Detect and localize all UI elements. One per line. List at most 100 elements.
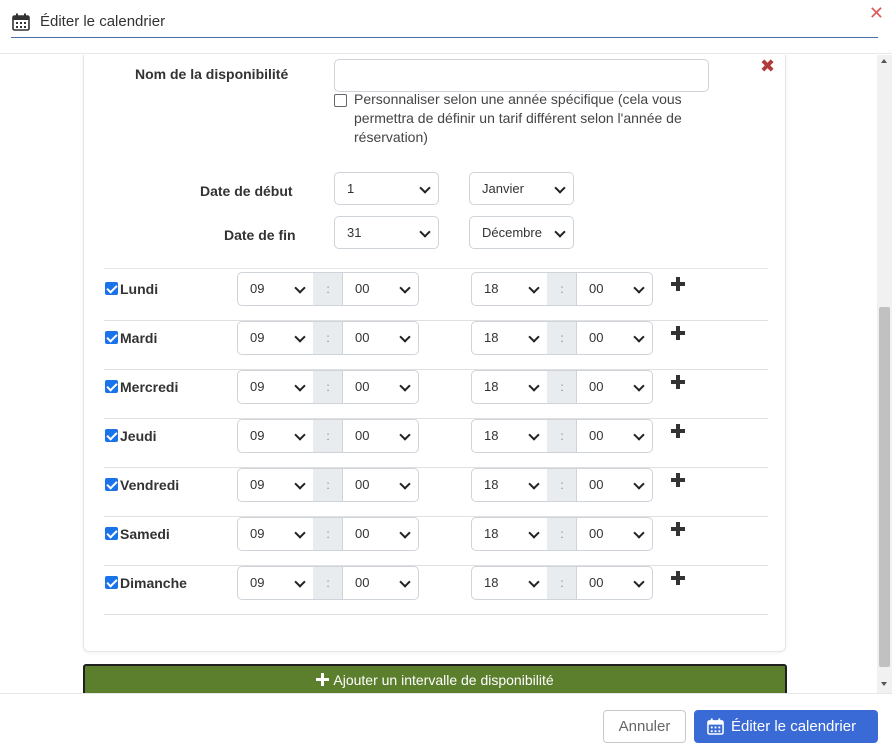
end-hour-select[interactable]: 18 [471,566,548,600]
close-icon[interactable]: ✕ [869,4,884,22]
day-checkbox[interactable] [105,576,118,589]
end-minute-select[interactable]: 00 [576,272,653,306]
day-name: Lundi [120,281,159,297]
weekday-row: Lundi 09:00 18:00 [104,272,768,321]
end-minute-value: 00 [589,379,604,394]
end-day-select[interactable]: 31 [334,216,439,249]
start-hour-select[interactable]: 09 [237,272,314,306]
edit-calendar-modal: Éditer le calendrier ✕ ✖ Nom de la dispo… [0,0,892,749]
start-hour-select[interactable]: 09 [237,517,314,551]
start-hour-select[interactable]: 09 [237,468,314,502]
chevron-down-icon [399,478,411,490]
plus-icon[interactable] [671,326,685,340]
start-minute-value: 00 [355,575,370,590]
plus-icon[interactable] [671,277,685,291]
remove-availability-icon[interactable]: ✖ [760,57,775,75]
plus-icon[interactable] [671,424,685,438]
start-month-value: Janvier [482,181,524,196]
chevron-down-icon [633,429,645,441]
chevron-down-icon [528,576,540,588]
end-hour-select[interactable]: 18 [471,419,548,453]
time-separator: : [547,566,577,600]
start-minute-select[interactable]: 00 [342,321,419,355]
chevron-down-icon [528,331,540,343]
day-checkbox[interactable] [105,282,118,295]
start-hour-select[interactable]: 09 [237,321,314,355]
start-minute-select[interactable]: 00 [342,272,419,306]
start-minute-select[interactable]: 00 [342,419,419,453]
weekday-row: Mercredi 09:00 18:00 [104,370,768,419]
start-month-select[interactable]: Janvier [469,172,574,205]
time-separator: : [547,370,577,404]
end-hour-select[interactable]: 18 [471,370,548,404]
start-hour-value: 09 [250,428,265,443]
day-name: Dimanche [120,575,187,591]
day-checkbox[interactable] [105,527,118,540]
end-hour-select[interactable]: 18 [471,468,548,502]
end-month-select[interactable]: Décembre [469,216,574,249]
edit-calendar-button[interactable]: Éditer le calendrier [694,710,878,743]
weekday-row: Vendredi 09:00 18:00 [104,468,768,517]
calendar-icon [12,13,30,31]
chevron-down-icon [528,527,540,539]
chevron-down-icon [528,282,540,294]
start-minute-select[interactable]: 00 [342,517,419,551]
time-separator: : [547,517,577,551]
start-minute-select[interactable]: 00 [342,468,419,502]
start-hour-select[interactable]: 09 [237,419,314,453]
end-minute-select[interactable]: 00 [576,517,653,551]
chevron-down-icon [554,226,566,238]
start-hour-value: 09 [250,330,265,345]
start-hour-value: 09 [250,575,265,590]
end-minute-select[interactable]: 00 [576,321,653,355]
end-minute-select[interactable]: 00 [576,370,653,404]
scroll-up-arrow-icon[interactable] [881,59,887,63]
start-hour-select[interactable]: 09 [237,370,314,404]
modal-title-bar: Éditer le calendrier [11,7,878,38]
chevron-down-icon [528,429,540,441]
section-divider [104,268,768,269]
chevron-down-icon [294,478,306,490]
end-minute-select[interactable]: 00 [576,468,653,502]
day-name: Jeudi [120,428,157,444]
weekday-row: Dimanche 09:00 18:00 [104,566,768,615]
time-separator: : [547,468,577,502]
start-minute-select[interactable]: 00 [342,566,419,600]
scrollbar[interactable] [877,55,892,693]
modal-header: Éditer le calendrier ✕ [0,0,892,54]
chevron-down-icon [294,429,306,441]
end-hour-value: 18 [484,330,499,345]
time-separator: : [313,566,343,600]
plus-icon[interactable] [671,571,685,585]
day-checkbox[interactable] [105,429,118,442]
start-minute-value: 00 [355,477,370,492]
day-checkbox[interactable] [105,478,118,491]
cancel-button[interactable]: Annuler [603,710,686,743]
chevron-down-icon [528,380,540,392]
day-checkbox[interactable] [105,380,118,393]
chevron-down-icon [294,527,306,539]
end-hour-select[interactable]: 18 [471,321,548,355]
start-hour-select[interactable]: 09 [237,566,314,600]
day-checkbox[interactable] [105,331,118,344]
chevron-down-icon [294,282,306,294]
end-minute-select[interactable]: 00 [576,419,653,453]
plus-icon[interactable] [671,473,685,487]
start-minute-select[interactable]: 00 [342,370,419,404]
start-day-select[interactable]: 1 [334,172,439,205]
availability-name-input[interactable] [334,59,709,92]
add-interval-button[interactable]: Ajouter un intervalle de disponibilité [83,664,787,693]
plus-icon[interactable] [671,375,685,389]
end-minute-value: 00 [589,428,604,443]
scroll-down-arrow-icon[interactable] [881,682,887,686]
end-hour-select[interactable]: 18 [471,517,548,551]
end-hour-select[interactable]: 18 [471,272,548,306]
customize-year-checkbox[interactable] [334,94,347,107]
chevron-down-icon [554,182,566,194]
end-minute-select[interactable]: 00 [576,566,653,600]
end-hour-value: 18 [484,526,499,541]
plus-icon[interactable] [671,522,685,536]
end-month-value: Décembre [482,225,542,240]
chevron-down-icon [399,331,411,343]
scrollbar-thumb[interactable] [879,307,890,667]
